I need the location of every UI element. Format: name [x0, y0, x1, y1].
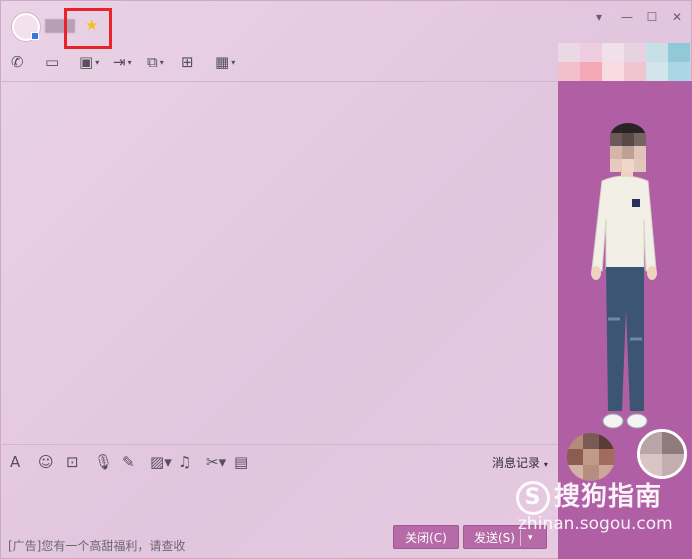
remote-desktop-icon[interactable]: ⧉ ▾: [147, 52, 164, 72]
chevron-down-icon[interactable]: ▾: [231, 58, 235, 67]
minimize-icon[interactable]: —: [616, 8, 638, 26]
font-icon[interactable]: A: [10, 452, 20, 472]
send-button-label: 发送(S): [474, 531, 515, 545]
chevron-down-icon[interactable]: ▾: [219, 453, 227, 471]
chevron-down-icon[interactable]: ▾: [164, 453, 172, 471]
message-history-label: 消息记录: [492, 456, 541, 470]
maximize-icon[interactable]: ☐: [641, 8, 663, 26]
my-avatar-mosaic[interactable]: [567, 433, 615, 481]
chevron-down-icon[interactable]: ▾: [95, 58, 99, 67]
message-area[interactable]: [2, 82, 558, 444]
online-status-badge: [31, 32, 39, 40]
highlight-box: ★: [64, 8, 112, 49]
watermark-url: zhinan.sogou.com: [518, 514, 673, 534]
input-divider: [2, 444, 558, 445]
screen-share-icon[interactable]: ▣ ▾: [79, 52, 99, 72]
contact-avatar[interactable]: [12, 13, 40, 41]
file-transfer-icon[interactable]: ⇥ ▾: [113, 52, 132, 72]
doodle-icon[interactable]: ✎: [122, 452, 135, 472]
phone-icon[interactable]: ✆: [11, 52, 24, 72]
emoji-icon[interactable]: ☺: [38, 452, 54, 472]
red-packet-icon[interactable]: ▤: [234, 452, 248, 472]
whiteboard-icon[interactable]: ⊞: [181, 52, 194, 72]
chevron-down-icon[interactable]: ▾: [128, 58, 132, 67]
image-icon[interactable]: ▨▾: [150, 452, 172, 472]
apps-icon[interactable]: ▦ ▾: [215, 52, 235, 72]
watermark-brand: 搜狗指南: [554, 482, 663, 512]
screenshot-icon[interactable]: ✂▾: [206, 452, 226, 472]
sogou-watermark: S 搜狗指南: [516, 476, 662, 515]
chevron-down-icon[interactable]: ▾: [160, 58, 164, 67]
close-icon[interactable]: ✕: [666, 8, 688, 26]
voice-icon[interactable]: 🎙: [94, 452, 113, 472]
chat-show-avatar-figure[interactable]: [584, 119, 664, 444]
chevron-down-icon: ▾: [543, 460, 548, 469]
message-input[interactable]: [2, 477, 558, 521]
pixelated-banner: [558, 43, 692, 81]
star-badge-icon[interactable]: ★: [85, 18, 98, 33]
sogou-logo-icon: S: [516, 480, 550, 515]
ad-link[interactable]: [广告]您有一个高甜福利，请查收: [8, 537, 185, 554]
video-icon[interactable]: ▭: [45, 52, 59, 72]
friend-avatar-mosaic[interactable]: [637, 429, 687, 479]
face-mosaic: [610, 133, 646, 173]
chevron-down-icon[interactable]: ▾: [588, 8, 610, 26]
shake-icon[interactable]: ⊡: [66, 452, 79, 472]
close-button[interactable]: 关闭(C): [393, 525, 459, 549]
chat-window: ★ ▾ — ☐ ✕ ✆ ▭ ▣ ▾ ⇥ ▾ ⧉ ▾ ⊞ ▦ ▾ A ☺ ⊡ 🎙 ✎ ▨▾ ♫ ✂▾ ▤ 消息记录 ▾…: [0, 0, 692, 559]
music-icon[interactable]: ♫: [178, 452, 191, 472]
message-history-button[interactable]: 消息记录 ▾: [492, 454, 548, 471]
